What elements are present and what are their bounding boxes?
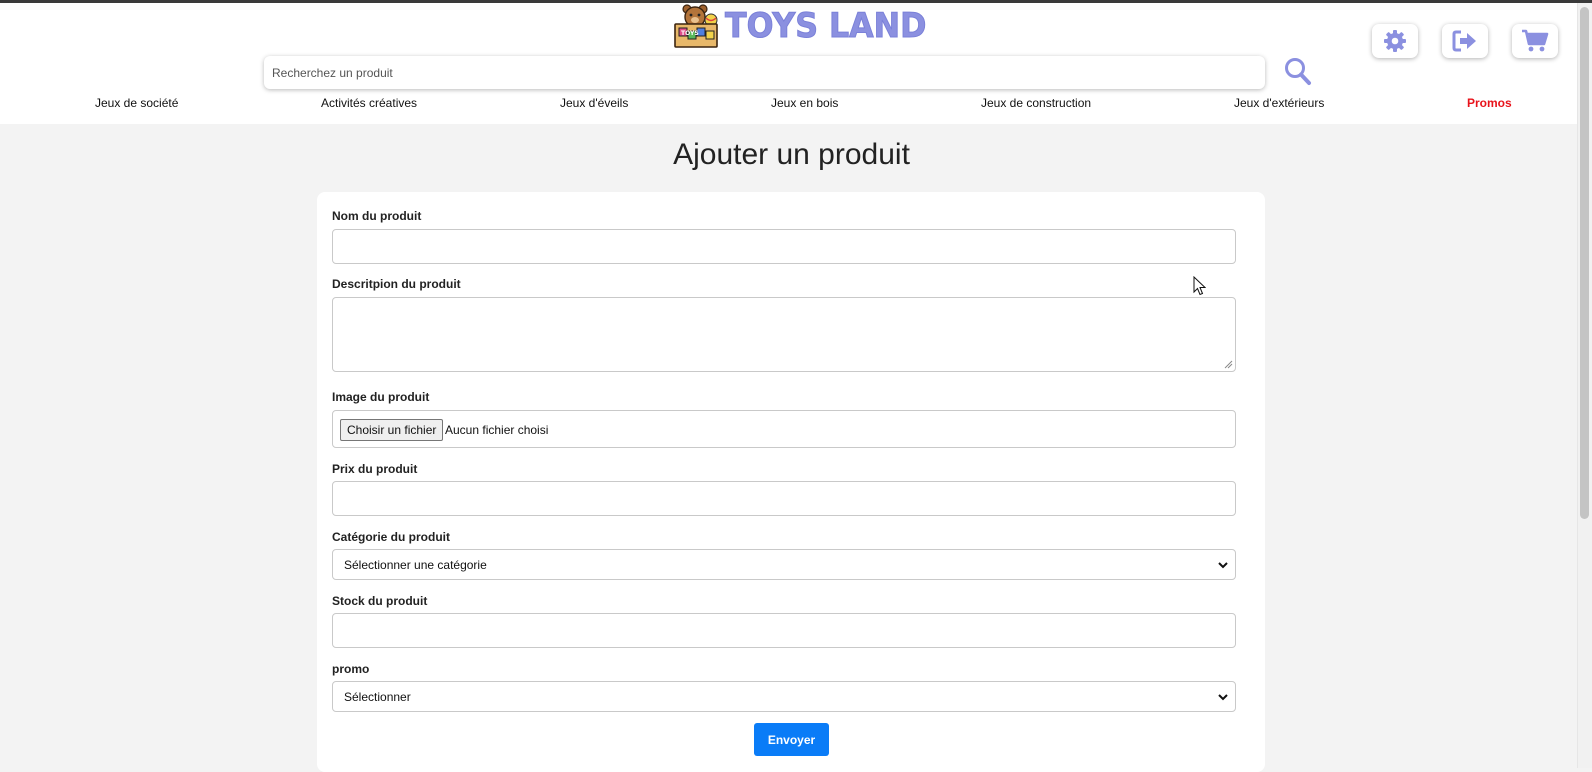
choose-file-button[interactable]: Choisir un fichier xyxy=(340,419,444,441)
nav-jeux-de-construction[interactable]: Jeux de construction xyxy=(981,96,1091,110)
brand-name: TOYS LAND xyxy=(725,6,927,47)
product-image-field: Choisir un fichier Aucun fichier choisi xyxy=(332,410,1236,448)
settings-button[interactable] xyxy=(1372,24,1418,58)
product-name-field[interactable] xyxy=(332,229,1236,264)
promo-select[interactable]: Sélectionner xyxy=(332,681,1236,712)
product-description-textarea[interactable] xyxy=(333,298,1235,371)
site-logo[interactable]: TOYS TOYS LAND xyxy=(673,4,941,48)
gear-icon xyxy=(1384,30,1406,52)
page-title: Ajouter un produit xyxy=(673,138,910,171)
search-input[interactable] xyxy=(264,57,1265,88)
logout-button[interactable] xyxy=(1442,24,1488,58)
promo-label: promo xyxy=(332,662,370,676)
nav-jeux-d-exterieurs[interactable]: Jeux d'extérieurs xyxy=(1234,96,1324,110)
scrollbar-thumb[interactable] xyxy=(1580,7,1589,519)
product-image-label: Image du produit xyxy=(332,390,430,404)
cart-icon xyxy=(1522,29,1549,52)
product-description-label: Descritpion du produit xyxy=(332,277,461,291)
nav-promos[interactable]: Promos xyxy=(1467,96,1512,110)
nav-jeux-d-eveils[interactable]: Jeux d'éveils xyxy=(560,96,628,110)
product-stock-label: Stock du produit xyxy=(332,594,428,608)
product-category-label: Catégorie du produit xyxy=(332,530,450,544)
logout-icon xyxy=(1452,30,1476,52)
nav-activites-creatives[interactable]: Activités créatives xyxy=(321,96,417,110)
resize-grip-icon[interactable] xyxy=(1224,360,1233,369)
product-description-field[interactable] xyxy=(332,297,1236,372)
submit-button[interactable]: Envoyer xyxy=(754,723,829,756)
category-selected-value: Sélectionner une catégorie xyxy=(344,558,487,572)
product-price-field[interactable] xyxy=(332,481,1236,516)
cart-button[interactable] xyxy=(1512,24,1558,58)
chevron-down-icon xyxy=(1218,694,1228,701)
product-name-input[interactable] xyxy=(333,230,1235,263)
file-status-text: Aucun fichier choisi xyxy=(445,423,549,437)
product-category-select[interactable]: Sélectionner une catégorie xyxy=(332,549,1236,580)
product-price-input[interactable] xyxy=(333,482,1235,515)
nav-jeux-en-bois[interactable]: Jeux en bois xyxy=(771,96,838,110)
product-name-label: Nom du produit xyxy=(332,209,422,223)
toy-box-logo-icon: TOYS xyxy=(673,4,719,48)
search-bar xyxy=(264,56,1265,89)
svg-text:TOYS: TOYS xyxy=(681,30,699,37)
mouse-cursor-icon xyxy=(1193,276,1206,296)
search-icon xyxy=(1285,58,1311,85)
chevron-down-icon xyxy=(1218,562,1228,569)
product-stock-field[interactable] xyxy=(332,613,1236,648)
promo-selected-value: Sélectionner xyxy=(344,690,411,704)
search-button[interactable] xyxy=(1284,56,1312,86)
nav-jeux-de-societe[interactable]: Jeux de société xyxy=(95,96,178,110)
product-stock-input[interactable] xyxy=(333,614,1235,647)
product-price-label: Prix du produit xyxy=(332,462,418,476)
